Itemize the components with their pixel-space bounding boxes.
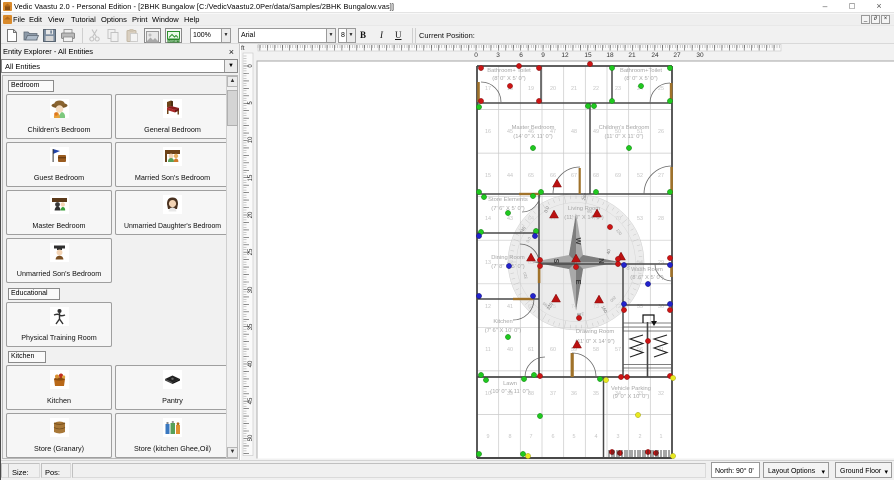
svg-text:(8' 0" X 5' 0"): (8' 0" X 5' 0") <box>492 76 525 82</box>
svg-text:53: 53 <box>637 216 643 222</box>
svg-text:66: 66 <box>550 173 556 179</box>
svg-text:61: 61 <box>528 347 534 353</box>
svg-text:12: 12 <box>485 304 491 310</box>
svg-text:(11' 0" X 11' 0"): (11' 0" X 11' 0") <box>605 134 644 140</box>
svg-text:26: 26 <box>658 129 664 135</box>
svg-text:15: 15 <box>485 173 491 179</box>
svg-text:14: 14 <box>485 216 491 222</box>
svg-text:(10' 0" X 11' 0"): (10' 0" X 11' 0") <box>490 389 529 395</box>
svg-text:22: 22 <box>593 86 599 92</box>
svg-text:W: W <box>574 237 583 245</box>
svg-text:25: 25 <box>248 248 254 255</box>
svg-text:30: 30 <box>248 286 254 293</box>
svg-text:Living Room: Living Room <box>568 206 600 212</box>
svg-text:35: 35 <box>593 391 599 397</box>
svg-text:21: 21 <box>571 86 577 92</box>
svg-text:6: 6 <box>519 52 523 59</box>
svg-text:44: 44 <box>507 173 513 179</box>
svg-text:Wash Room: Wash Room <box>631 267 663 273</box>
svg-text:50: 50 <box>248 434 254 441</box>
svg-text:(8' 6" X 5' 0"): (8' 6" X 5' 0") <box>630 275 663 281</box>
svg-text:16: 16 <box>485 129 491 135</box>
svg-text:Kitchen: Kitchen <box>493 319 512 325</box>
svg-text:20: 20 <box>550 86 556 92</box>
svg-text:4: 4 <box>595 434 598 440</box>
svg-text:36: 36 <box>571 391 577 397</box>
svg-text:65: 65 <box>528 173 534 179</box>
svg-text:6: 6 <box>552 434 555 440</box>
svg-text:52: 52 <box>637 173 643 179</box>
svg-text:Store Elements: Store Elements <box>488 197 528 203</box>
svg-text:24: 24 <box>651 52 659 59</box>
svg-text:28: 28 <box>658 216 664 222</box>
svg-text:67: 67 <box>571 173 577 179</box>
svg-text:13: 13 <box>485 260 491 266</box>
svg-text:29: 29 <box>658 260 664 266</box>
svg-text:10: 10 <box>248 136 254 143</box>
svg-text:3: 3 <box>496 52 500 59</box>
svg-text:37: 37 <box>550 391 556 397</box>
svg-text:17: 17 <box>485 86 491 92</box>
svg-text:(14' 0" X 11' 0"): (14' 0" X 11' 0") <box>513 134 552 140</box>
svg-text:32: 32 <box>658 391 664 397</box>
svg-text:Bathroom+ Toilet: Bathroom+ Toilet <box>487 68 531 74</box>
svg-text:57: 57 <box>615 347 621 353</box>
svg-text:45: 45 <box>248 397 254 404</box>
svg-text:7: 7 <box>530 434 533 440</box>
svg-text:35: 35 <box>248 323 254 330</box>
svg-text:9: 9 <box>541 52 545 59</box>
svg-text:Bathroom+Toilet: Bathroom+Toilet <box>620 68 662 74</box>
svg-text:68: 68 <box>593 173 599 179</box>
svg-text:Dining Room: Dining Room <box>491 255 525 261</box>
svg-text:40: 40 <box>248 360 254 367</box>
svg-text:(9' 0" X 10' 0"): (9' 0" X 10' 0") <box>613 394 650 400</box>
svg-text:18: 18 <box>606 52 614 59</box>
svg-text:23: 23 <box>615 86 621 92</box>
svg-text:(11' 0" X 14' 9"): (11' 0" X 14' 9") <box>575 339 614 345</box>
svg-text:69: 69 <box>615 173 621 179</box>
svg-text:25: 25 <box>658 86 664 92</box>
svg-text:S: S <box>552 258 561 263</box>
svg-text:Master Bedroom: Master Bedroom <box>512 125 555 131</box>
svg-text:11: 11 <box>485 347 491 353</box>
svg-text:40: 40 <box>507 347 513 353</box>
svg-text:19: 19 <box>528 86 534 92</box>
svg-text:Lawn: Lawn <box>503 381 517 387</box>
svg-text:15: 15 <box>584 52 592 59</box>
svg-text:27: 27 <box>658 173 664 179</box>
svg-text:(8' 0" X 5' 0"): (8' 0" X 5' 0") <box>624 76 657 82</box>
svg-text:60: 60 <box>550 347 556 353</box>
svg-text:E: E <box>574 279 583 284</box>
svg-text:30: 30 <box>696 52 704 59</box>
svg-text:Drawing Room: Drawing Room <box>576 329 615 335</box>
svg-text:3: 3 <box>617 434 620 440</box>
svg-text:12: 12 <box>561 52 569 59</box>
svg-text:43: 43 <box>507 216 513 222</box>
svg-text:N: N <box>597 258 606 263</box>
svg-text:(7' 6" X 10' 0"): (7' 6" X 10' 0") <box>485 328 522 334</box>
svg-text:20: 20 <box>248 211 254 218</box>
svg-text:58: 58 <box>593 347 599 353</box>
svg-text:5: 5 <box>573 434 576 440</box>
svg-text:27: 27 <box>673 52 681 59</box>
svg-text:15: 15 <box>248 174 254 181</box>
svg-text:41: 41 <box>507 304 513 310</box>
svg-text:Vehicle Parking: Vehicle Parking <box>611 386 651 392</box>
svg-text:1: 1 <box>660 434 663 440</box>
svg-text:Children's Bedroom: Children's Bedroom <box>599 125 650 131</box>
svg-text:9: 9 <box>487 434 490 440</box>
svg-text:2: 2 <box>639 434 642 440</box>
svg-text:0: 0 <box>474 52 478 59</box>
svg-text:ft: ft <box>241 45 245 52</box>
svg-text:48: 48 <box>571 129 577 135</box>
svg-text:21: 21 <box>628 52 636 59</box>
svg-text:8: 8 <box>509 434 512 440</box>
